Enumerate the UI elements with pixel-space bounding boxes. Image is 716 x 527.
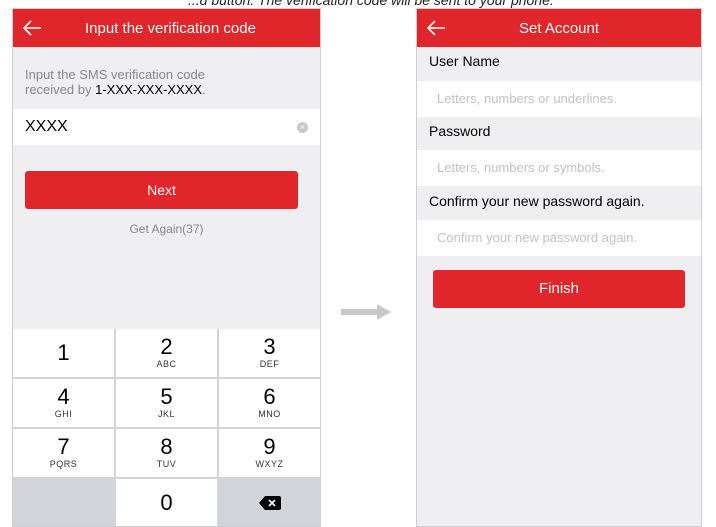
get-again-link[interactable]: Get Again(37): [13, 222, 320, 236]
key-digit: 6: [263, 384, 276, 409]
page-title: Set Account: [518, 20, 600, 37]
finish-button[interactable]: Finish: [433, 270, 685, 308]
password-label: Password: [429, 123, 491, 139]
clear-icon[interactable]: ×: [297, 122, 308, 133]
key-letters: DEF: [259, 359, 280, 369]
password-field[interactable]: Letters, numbers or symbols.: [417, 150, 701, 186]
key-7[interactable]: 7 PQRS: [13, 429, 114, 477]
user-name-field[interactable]: Letters, numbers or underlines.: [417, 81, 701, 117]
confirm-password-label: Confirm your new password again.: [429, 193, 645, 209]
key-digit: 1: [57, 340, 70, 365]
top-bar: Set Account: [417, 9, 701, 47]
confirm-password-placeholder: Confirm your new password again.: [437, 230, 638, 245]
key-letters: TUV: [156, 459, 177, 469]
caption-strip: ...d button. The verification code will …: [0, 0, 716, 8]
back-arrow-icon[interactable]: [21, 17, 43, 39]
key-0[interactable]: 0: [116, 479, 217, 526]
key-digit: 9: [263, 434, 276, 459]
key-2[interactable]: 2 ABC: [116, 329, 217, 377]
key-4[interactable]: 4 GHI: [13, 379, 114, 427]
key-blank: [13, 479, 114, 526]
key-letters: ABC: [156, 359, 177, 369]
password-placeholder: Letters, numbers or symbols.: [437, 160, 605, 175]
key-letters: GHI: [54, 409, 73, 419]
user-name-placeholder: Letters, numbers or underlines.: [437, 91, 617, 106]
hint-received-by: received by: [25, 82, 96, 97]
verification-code-input[interactable]: XXXX ×: [13, 109, 320, 145]
key-delete[interactable]: [219, 479, 320, 526]
key-letters: WXYZ: [255, 459, 284, 469]
key-letters: MNO: [258, 409, 281, 419]
code-value: XXXX: [25, 118, 68, 135]
set-account-screen: Set Account User Name Letters, numbers o…: [416, 8, 702, 527]
key-digit: 4: [57, 384, 70, 409]
right-arrow-icon: [341, 304, 391, 320]
key-digit: 5: [160, 384, 173, 409]
key-9[interactable]: 9 WXYZ: [219, 429, 320, 477]
next-button[interactable]: Next: [25, 171, 298, 209]
key-digit: 3: [263, 334, 276, 359]
key-letters: JKL: [157, 409, 175, 419]
page-title: Input the verification code: [85, 20, 256, 37]
key-digit: 2: [160, 334, 173, 359]
key-letters: PQRS: [49, 459, 78, 469]
top-bar: Input the verification code: [13, 9, 320, 47]
hint-suffix: .: [202, 82, 206, 97]
verification-screen: Input the verification code Input the SM…: [12, 8, 321, 527]
key-1[interactable]: 1: [13, 329, 114, 377]
hint-line-1: Input the SMS verification code: [25, 67, 205, 82]
sms-hint: Input the SMS verification code received…: [25, 67, 206, 97]
key-digit: 7: [57, 434, 70, 459]
key-5[interactable]: 5 JKL: [116, 379, 217, 427]
delete-icon: [259, 496, 281, 510]
key-8[interactable]: 8 TUV: [116, 429, 217, 477]
caption-text: ...d button. The verification code will …: [188, 0, 554, 8]
hint-phone: 1-XXX-XXX-XXXX: [95, 82, 203, 97]
key-digit: 0: [160, 490, 173, 515]
key-digit: 8: [160, 434, 173, 459]
key-3[interactable]: 3 DEF: [219, 329, 320, 377]
numeric-keypad: 1 2 ABC 3 DEF 4 GHI 5 JKL 6 MNO 7 PQRS 8…: [13, 329, 320, 526]
confirm-password-field[interactable]: Confirm your new password again.: [417, 220, 701, 256]
key-6[interactable]: 6 MNO: [219, 379, 320, 427]
user-name-label: User Name: [429, 53, 500, 69]
